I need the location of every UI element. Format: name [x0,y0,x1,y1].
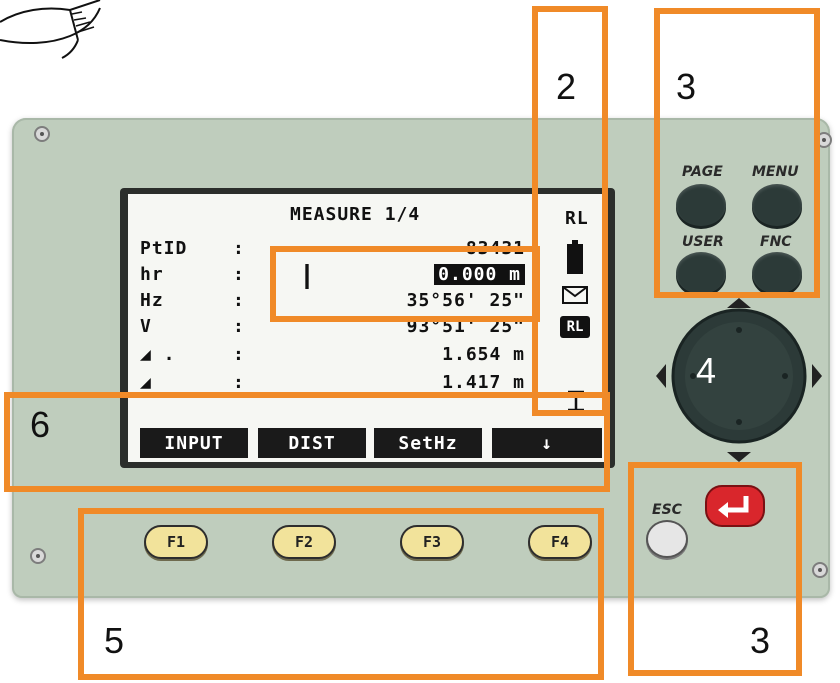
annotation-label-5: 5 [104,620,125,661]
annotation-label-6: 6 [30,404,51,445]
annotation-label-1: I [302,256,313,297]
row-colon: : [233,238,245,259]
row-label-hz: Hz [140,290,164,311]
row-label-hr: hr [140,264,164,285]
row-colon: : [233,264,245,285]
arrow-up-icon [727,298,751,308]
row-colon: : [233,344,245,365]
annotation-label-4: 4 [696,350,717,391]
lcd-title: MEASURE 1/4 [290,204,421,225]
annotation-label-2: 2 [556,66,577,107]
annotation-label-3-top: 3 [676,66,697,107]
screw-icon [30,548,46,564]
navigation-pad[interactable] [654,296,824,464]
annotation-box-6 [4,392,610,492]
row-label-slope-distance: ◢ . [140,344,176,365]
annotation-box-3-bottom [628,462,802,676]
row-value-slope-distance: 1.654 m [442,344,525,365]
arrow-down-icon [727,452,751,462]
annotation-box-3-top [654,8,820,298]
annotation-label-3-bottom: 3 [750,620,771,661]
row-label-ptid: PtID [140,238,188,259]
row-colon: : [233,372,245,393]
row-label-v: V [140,316,152,337]
row-colon: : [233,316,245,337]
stylus-sketch-icon [0,0,101,59]
arrow-right-icon [812,364,822,388]
arrow-left-icon [656,364,666,388]
annotation-box-5 [78,508,604,680]
row-colon: : [233,290,245,311]
row-label-horizontal-distance: ◢ [140,372,152,393]
row-value-horizontal-distance: 1.417 m [442,372,525,393]
screw-icon [34,126,50,142]
screw-icon [812,562,828,578]
